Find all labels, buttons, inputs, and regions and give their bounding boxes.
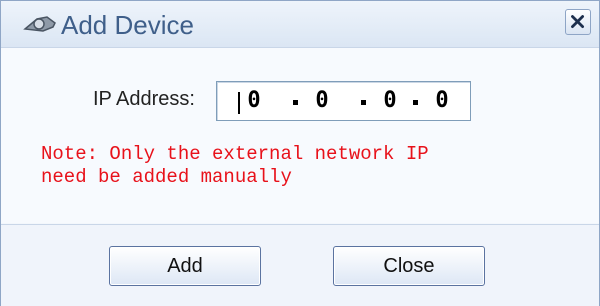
ip-address-label: IP Address: (93, 88, 195, 110)
button-bar: Add Close (1, 224, 599, 306)
ip-octet-2[interactable]: 0 (307, 89, 337, 113)
close-x-glyph (571, 15, 584, 28)
dialog-content: IP Address: 0 0 0 0 Note: Only the exter… (1, 48, 599, 223)
ip-separator-dot (361, 100, 366, 105)
add-button[interactable]: Add (109, 246, 261, 286)
device-search-icon (23, 16, 56, 32)
add-device-dialog: Add Device IP Address: 0 0 0 0 Note: Onl… (0, 0, 600, 306)
title-bar[interactable]: Add Device (1, 1, 599, 48)
dialog-title: Add Device (61, 10, 194, 40)
ip-address-input[interactable]: 0 0 0 0 (216, 81, 471, 121)
ip-octet-1[interactable]: 0 (239, 89, 269, 113)
close-button[interactable]: Close (333, 246, 485, 286)
ip-separator-dot (413, 100, 418, 105)
close-icon[interactable] (565, 9, 591, 35)
ip-octet-4[interactable]: 0 (427, 89, 457, 113)
ip-separator-dot (293, 100, 298, 105)
note-text: Note: Only the external network IP need … (41, 143, 429, 188)
ip-octet-3[interactable]: 0 (375, 89, 405, 113)
